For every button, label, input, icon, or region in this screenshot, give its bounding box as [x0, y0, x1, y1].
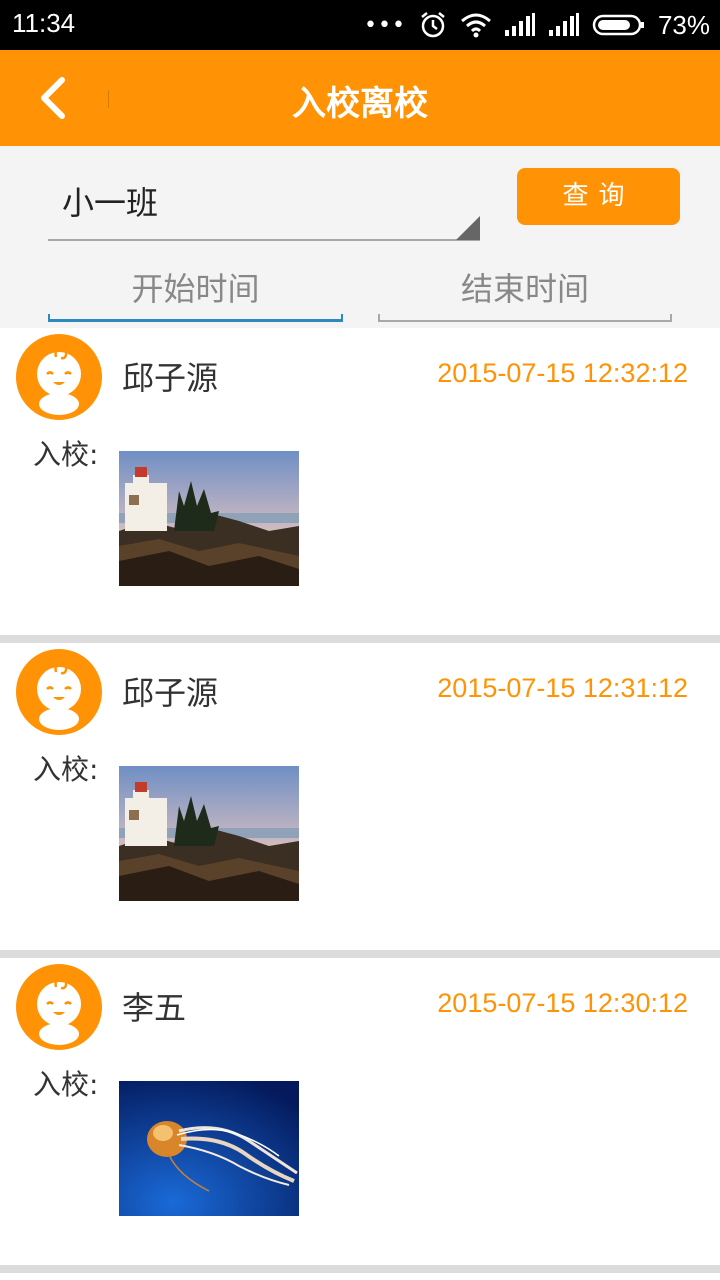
- query-button[interactable]: 查询: [517, 168, 680, 225]
- avatar: [16, 334, 102, 420]
- signal-icon: [504, 13, 535, 36]
- enter-school-label: 入校:: [33, 1068, 99, 1101]
- avatar: [16, 964, 102, 1050]
- avatar: [16, 649, 102, 735]
- end-time-placeholder: 结束时间: [460, 270, 589, 308]
- lighthouse-photo[interactable]: [119, 766, 299, 901]
- status-bar: 11:34 ••• 73%: [0, 0, 720, 50]
- underline-edge: [341, 314, 343, 322]
- record-time: 2015-07-15 12:30:12: [437, 988, 688, 1018]
- start-time-underline: [48, 319, 343, 322]
- record-time: 2015-07-15 12:32:12: [437, 358, 688, 388]
- record-time: 2015-07-15 12:31:12: [437, 673, 688, 703]
- filter-panel: 小一班 查询 开始时间 结束时间: [0, 146, 720, 328]
- app-bar: 入校离校: [0, 50, 720, 146]
- status-icons: ••• 73%: [364, 8, 710, 42]
- underline-edge: [48, 314, 50, 322]
- underline-edge: [378, 314, 380, 322]
- list-item[interactable]: 李五 2015-07-15 12:30:12 入校:: [0, 958, 720, 1273]
- alarm-icon: [421, 12, 445, 38]
- end-time-field[interactable]: 结束时间: [378, 264, 672, 322]
- record-list: 邱子源 2015-07-15 12:32:12 入校: 邱子源 2015-07-…: [0, 328, 720, 1273]
- enter-school-label: 入校:: [33, 753, 99, 786]
- lighthouse-photo[interactable]: [119, 451, 299, 586]
- page-title: 入校离校: [292, 84, 428, 124]
- student-name: 李五: [122, 989, 187, 1027]
- signal-icon: [548, 13, 579, 36]
- class-select-value[interactable]: 小一班: [62, 178, 158, 224]
- student-name: 邱子源: [122, 359, 219, 397]
- wifi-icon: [460, 13, 491, 38]
- start-time-placeholder: 开始时间: [131, 270, 260, 308]
- student-name: 邱子源: [122, 674, 219, 712]
- class-select-underline: [48, 239, 480, 241]
- battery-percent: 73%: [657, 9, 710, 40]
- underline-edge: [670, 314, 672, 322]
- enter-school-label: 入校:: [33, 438, 99, 471]
- list-item[interactable]: 邱子源 2015-07-15 12:32:12 入校:: [0, 328, 720, 643]
- baby-face-icon: [37, 662, 81, 730]
- start-time-field[interactable]: 开始时间: [48, 264, 343, 322]
- dropdown-corner-icon[interactable]: [456, 216, 480, 240]
- baby-face-icon: [37, 977, 81, 1045]
- list-item[interactable]: 邱子源 2015-07-15 12:31:12 入校:: [0, 643, 720, 958]
- jellyfish-photo[interactable]: [119, 1081, 299, 1216]
- end-time-underline: [378, 320, 672, 322]
- baby-face-icon: [37, 347, 81, 415]
- more-dots: •••: [364, 12, 406, 38]
- battery-icon: [592, 14, 644, 36]
- status-time: 11:34: [12, 8, 76, 38]
